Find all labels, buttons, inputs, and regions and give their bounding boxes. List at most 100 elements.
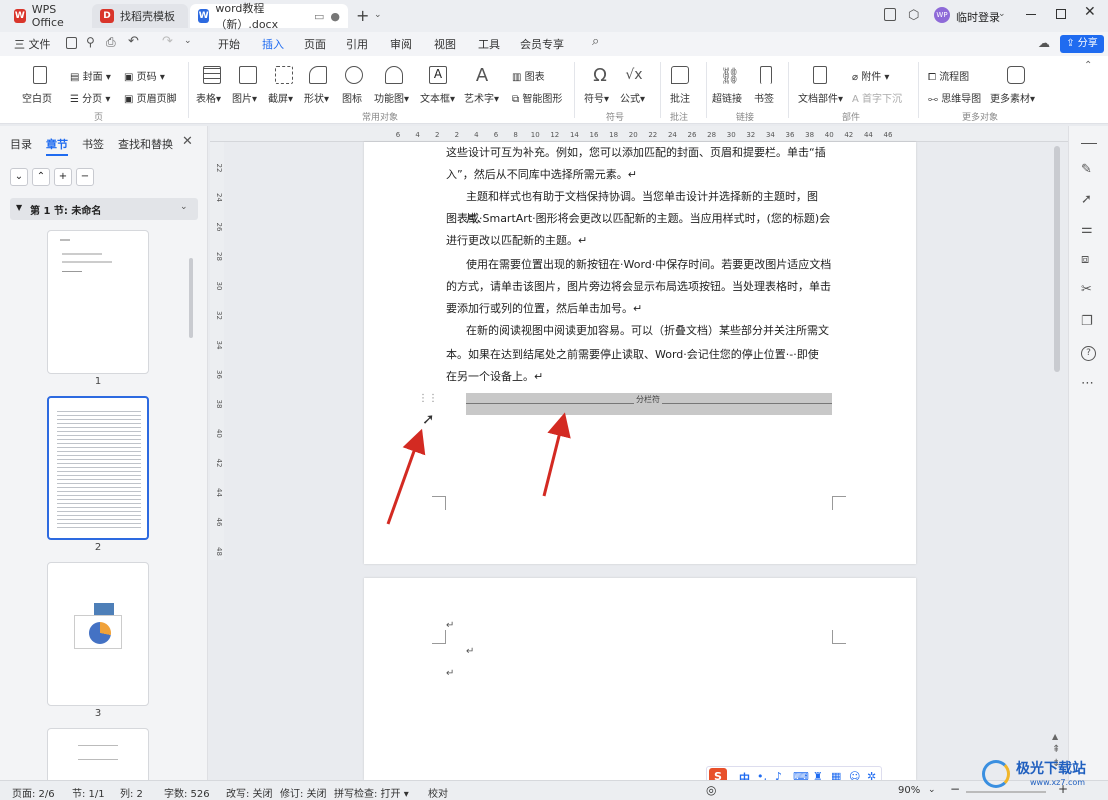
panel-tab-find-replace[interactable]: 查找和替换 bbox=[118, 136, 173, 152]
tab-vip[interactable]: 会员专享 bbox=[520, 36, 564, 52]
chevron-down-icon[interactable]: ⌄ bbox=[184, 36, 192, 46]
print-preview-icon[interactable]: ⎙ bbox=[106, 35, 116, 50]
panel-scrollbar[interactable] bbox=[189, 258, 193, 338]
cover-button[interactable]: ▤ 封面 ▾ bbox=[70, 68, 111, 83]
undo-icon[interactable]: ↶ bbox=[128, 34, 139, 49]
document-page-3[interactable] bbox=[364, 578, 916, 780]
icon-library-icon[interactable] bbox=[340, 64, 368, 86]
close-panel-icon[interactable]: ✕ bbox=[182, 134, 193, 149]
add-section-icon[interactable]: + bbox=[54, 168, 72, 186]
tab-reference[interactable]: 引用 bbox=[346, 36, 368, 52]
page-thumbnail-4[interactable] bbox=[47, 728, 149, 780]
smart-shape-button[interactable]: ⧉ 智能图形 bbox=[512, 90, 562, 105]
wordart-button[interactable]: 艺术字▾ bbox=[464, 90, 499, 105]
tab-review[interactable]: 审阅 bbox=[390, 36, 412, 52]
blank-page-icon[interactable] bbox=[26, 64, 54, 86]
status-proofread[interactable]: 校对 bbox=[428, 785, 448, 800]
cube-icon[interactable]: ⬡ bbox=[908, 8, 919, 23]
shape-icon[interactable] bbox=[304, 64, 332, 86]
tab-start[interactable]: 开始 bbox=[218, 36, 240, 52]
expand-down-icon[interactable]: ⌄ bbox=[10, 168, 28, 186]
page-thumbnail-2[interactable] bbox=[47, 396, 149, 540]
mindmap-button[interactable]: ⧟ 思维导图 bbox=[928, 90, 981, 105]
zoom-level[interactable]: 90% bbox=[898, 785, 920, 796]
page-break-button[interactable]: ☰ 分页 ▾ bbox=[70, 90, 110, 105]
scroll-up-icon[interactable]: ▲ bbox=[1052, 732, 1058, 741]
status-spellcheck[interactable]: 拼写检查: 打开 ▾ bbox=[334, 785, 409, 800]
page-up-icon[interactable]: ⇞ bbox=[1052, 744, 1060, 755]
more-material-button[interactable]: 更多素材▾ bbox=[990, 90, 1035, 105]
chevron-down-icon[interactable]: ⌄ bbox=[998, 9, 1006, 19]
chart-button[interactable]: ▥ 图表 bbox=[512, 68, 545, 83]
tab-wps-office[interactable]: W WPS Office bbox=[6, 3, 90, 29]
symbol-button[interactable]: 符号▾ bbox=[584, 90, 609, 105]
minimize-sidebar-icon[interactable] bbox=[1081, 136, 1097, 144]
picture-button[interactable]: 图片▾ bbox=[232, 90, 257, 105]
header-footer-button[interactable]: ▣ 页眉页脚 bbox=[124, 90, 177, 105]
flowchart-button[interactable]: ⧠ 流程图 bbox=[928, 68, 969, 83]
bookmark-button[interactable]: 书签 bbox=[754, 90, 774, 105]
textbox-button[interactable]: 文本框▾ bbox=[420, 90, 455, 105]
share-link-icon[interactable]: ⚲ bbox=[86, 35, 95, 49]
zoom-out-icon[interactable]: − bbox=[950, 782, 960, 796]
file-menu[interactable]: 三 文件 bbox=[14, 36, 51, 52]
more-icon[interactable]: ⋯ bbox=[1081, 376, 1097, 392]
save-icon[interactable] bbox=[66, 37, 77, 49]
status-word-count[interactable]: 字数: 526 bbox=[164, 785, 210, 800]
adjust-icon[interactable]: ⚌ bbox=[1081, 222, 1097, 238]
monitor-icon[interactable]: ▭ bbox=[314, 10, 324, 23]
wordart-icon[interactable]: A bbox=[468, 64, 496, 86]
image-tool-icon[interactable]: ⧈ bbox=[1081, 252, 1097, 268]
chevron-down-icon[interactable]: ⌄ bbox=[928, 785, 936, 795]
more-material-icon[interactable] bbox=[1002, 64, 1030, 86]
tab-view[interactable]: 视图 bbox=[434, 36, 456, 52]
comment-icon[interactable] bbox=[666, 64, 694, 86]
doc-parts-icon[interactable] bbox=[806, 64, 834, 86]
help-icon[interactable]: ? bbox=[1081, 346, 1096, 361]
tools-icon[interactable]: ✂ bbox=[1081, 282, 1097, 298]
document-scrollbar[interactable] bbox=[1054, 146, 1060, 372]
panel-tab-sections[interactable]: 章节 bbox=[46, 136, 68, 156]
status-track-changes[interactable]: 修订: 关闭 bbox=[280, 785, 327, 800]
vertical-ruler[interactable]: 22 24 26 28 30 32 34 36 38 40 42 44 46 48 bbox=[210, 142, 224, 560]
icon-button[interactable]: 图标 bbox=[342, 90, 362, 105]
minimize-icon[interactable] bbox=[1026, 14, 1036, 15]
panel-tab-bookmarks[interactable]: 书签 bbox=[82, 136, 104, 152]
formula-icon[interactable]: √x bbox=[620, 64, 648, 86]
tab-template[interactable]: D 找稻壳模板 bbox=[92, 4, 188, 28]
doc-parts-button[interactable]: 文档部件▾ bbox=[798, 90, 843, 105]
panel-tab-toc[interactable]: 目录 bbox=[10, 136, 32, 152]
tab-insert[interactable]: 插入 bbox=[262, 36, 284, 58]
function-chart-icon[interactable] bbox=[380, 64, 408, 86]
tab-document[interactable]: W word教程（新）.docx ▭ ● bbox=[190, 2, 348, 31]
layout-icon[interactable] bbox=[884, 8, 896, 21]
table-icon[interactable] bbox=[198, 64, 226, 86]
eye-protection-icon[interactable]: ◎ bbox=[706, 783, 716, 797]
picture-icon[interactable] bbox=[234, 64, 262, 86]
section-header[interactable]: ▼ 第 1 节: 未命名 ⌄ bbox=[10, 198, 198, 220]
select-cursor-icon[interactable]: ➚ bbox=[1081, 192, 1097, 208]
horizontal-ruler[interactable]: 6 4 2 2 4 6 8 10 12 14 16 18 20 22 24 26 28 30 32 34 36 38 40 4… bbox=[210, 126, 1068, 142]
cloud-icon[interactable]: ☁ bbox=[1038, 36, 1050, 50]
screenshot-button[interactable]: 截屏▾ bbox=[268, 90, 293, 105]
formula-button[interactable]: 公式▾ bbox=[620, 90, 645, 105]
hyperlink-button[interactable]: 超链接 bbox=[712, 90, 742, 105]
avatar[interactable]: WP bbox=[934, 7, 950, 23]
redo-icon[interactable]: ↷ bbox=[162, 34, 173, 49]
textbox-icon[interactable]: A bbox=[424, 64, 452, 86]
book-icon[interactable]: ❐ bbox=[1081, 314, 1097, 330]
login-label[interactable]: 临时登录 bbox=[956, 9, 1000, 25]
collapse-ribbon-icon[interactable]: ⌃ bbox=[1084, 60, 1092, 71]
comment-button[interactable]: 批注 bbox=[670, 90, 690, 105]
screenshot-icon[interactable] bbox=[270, 64, 298, 86]
collapse-up-icon[interactable]: ⌃ bbox=[32, 168, 50, 186]
chevron-down-icon[interactable]: ⌄ bbox=[374, 10, 382, 20]
close-icon[interactable]: ✕ bbox=[1084, 4, 1096, 20]
status-overwrite[interactable]: 改写: 关闭 bbox=[226, 785, 273, 800]
function-chart-button[interactable]: 功能图▾ bbox=[374, 90, 409, 105]
dropcap-button[interactable]: A 首字下沉 bbox=[852, 90, 902, 105]
remove-section-icon[interactable]: − bbox=[76, 168, 94, 186]
attachment-button[interactable]: ⌀ 附件 ▾ bbox=[852, 68, 889, 83]
page-thumbnail-3[interactable] bbox=[47, 562, 149, 706]
symbol-icon[interactable]: Ω bbox=[586, 64, 614, 86]
